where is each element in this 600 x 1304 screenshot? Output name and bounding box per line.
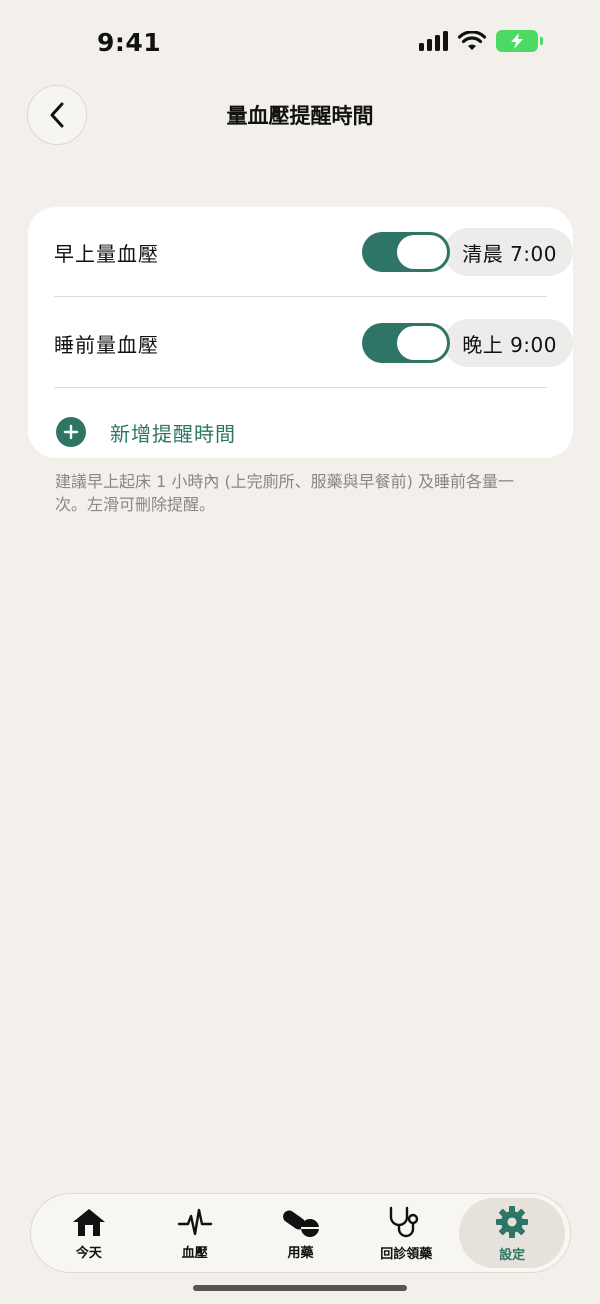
reminder-row-bedtime[interactable]: 睡前量血壓 晚上 9:00	[54, 298, 573, 388]
plus-icon	[56, 417, 86, 447]
home-icon	[72, 1208, 105, 1236]
reminders-card: 早上量血壓 清晨 7:00 睡前量血壓 晚上 9:00 新增提醒時間	[28, 207, 573, 458]
reminder-toggle-bedtime[interactable]	[362, 323, 451, 363]
home-indicator[interactable]	[193, 1285, 407, 1291]
toggle-knob	[397, 235, 448, 269]
hint-text: 建議早上起床 1 小時內 (上完廁所、服藥與早餐前) 及睡前各量一次。左滑可刪除…	[55, 472, 515, 514]
page-title: 量血壓提醒時間	[226, 104, 374, 128]
reminder-row-morning[interactable]: 早上量血壓 清晨 7:00	[54, 207, 573, 297]
cellular-signal-icon	[419, 31, 448, 51]
tab-label: 設定	[499, 1247, 526, 1263]
tab-medication[interactable]: 用藥	[248, 1198, 354, 1268]
tab-clinic-visit[interactable]: 回診領藥	[353, 1198, 459, 1268]
tab-today[interactable]: 今天	[36, 1198, 142, 1268]
tab-settings[interactable]: 設定	[459, 1198, 565, 1268]
reminder-time-morning[interactable]: 清晨 7:00	[444, 228, 573, 276]
pulse-icon	[177, 1208, 212, 1235]
add-reminder-button[interactable]: 新增提醒時間	[56, 405, 236, 459]
gear-icon	[496, 1205, 529, 1238]
wifi-icon	[458, 31, 486, 50]
reminder-toggle-morning[interactable]	[362, 232, 451, 272]
tab-label: 今天	[75, 1245, 102, 1261]
battery-icon	[496, 30, 543, 52]
reminder-time-bedtime[interactable]: 晚上 9:00	[444, 319, 573, 367]
stethoscope-icon	[390, 1206, 419, 1237]
status-time: 9:41	[97, 28, 162, 57]
tab-label: 血壓	[181, 1245, 208, 1261]
reminder-label: 睡前量血壓	[54, 332, 159, 357]
tab-blood-pressure[interactable]: 血壓	[142, 1198, 248, 1268]
tab-label: 用藥	[287, 1245, 314, 1261]
tab-label: 回診領藥	[380, 1246, 433, 1262]
pill-icon	[283, 1210, 320, 1237]
add-reminder-label: 新增提醒時間	[110, 421, 236, 446]
divider	[54, 387, 547, 388]
status-icons	[419, 30, 543, 52]
divider	[54, 296, 547, 297]
tab-bar: 今天 血壓 用藥 回診領藥 設定	[30, 1193, 571, 1273]
toggle-knob	[397, 326, 448, 360]
reminder-label: 早上量血壓	[54, 241, 159, 266]
screen: 9:41 量血壓提醒時間 早上量血壓 清晨 7:00 睡前量血壓 晚上 9:00…	[0, 0, 600, 1304]
